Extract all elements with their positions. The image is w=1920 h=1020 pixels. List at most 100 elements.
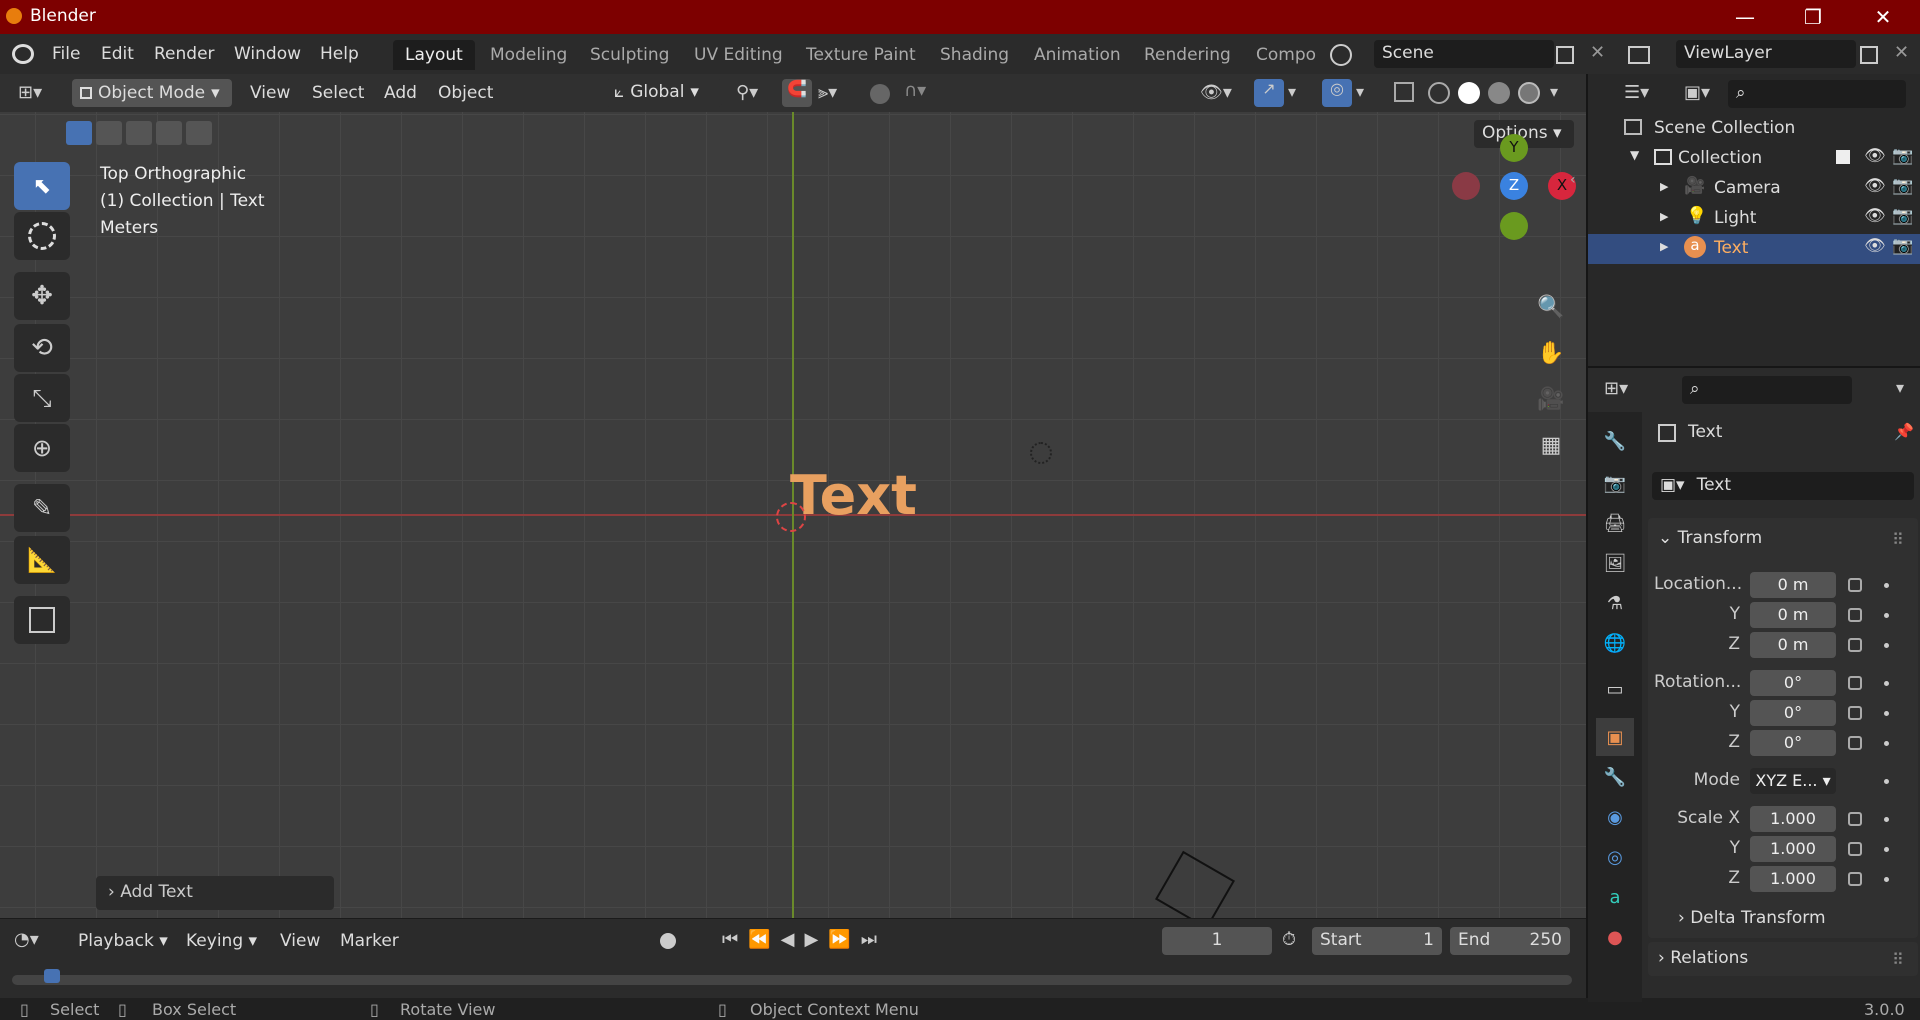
- particles-tab-icon[interactable]: ◉: [1596, 798, 1634, 836]
- add-cube-tool[interactable]: [14, 596, 70, 644]
- tab-layout[interactable]: Layout: [393, 40, 475, 70]
- modifier-tab-icon[interactable]: 🔧: [1596, 758, 1634, 796]
- transform-header[interactable]: ⌄ Transform: [1658, 528, 1762, 548]
- gizmo-z-axis[interactable]: Z: [1500, 172, 1528, 200]
- tab-sculpting[interactable]: Sculpting: [578, 40, 681, 70]
- remove-scene-icon[interactable]: ✕: [1590, 42, 1605, 63]
- select-subtract-icon[interactable]: [126, 121, 152, 145]
- expand-right-icon[interactable]: ▶: [1660, 210, 1668, 223]
- delta-transform-header[interactable]: › Delta Transform: [1678, 908, 1826, 928]
- drag-handle-icon[interactable]: ⠿: [1892, 530, 1904, 549]
- viewport-menu-select[interactable]: Select: [312, 83, 364, 103]
- tool-tab-icon[interactable]: 🔧: [1596, 422, 1634, 460]
- timeline-editor-icon[interactable]: ◔▾: [14, 929, 39, 950]
- viewport-menu-view[interactable]: View: [250, 83, 290, 103]
- snap-toggle-icon[interactable]: 🧲: [782, 79, 812, 107]
- tab-texture-paint[interactable]: Texture Paint: [794, 40, 928, 70]
- expand-right-icon[interactable]: ▶: [1660, 180, 1668, 193]
- tab-modeling[interactable]: Modeling: [478, 40, 579, 70]
- menu-window[interactable]: Window: [234, 44, 301, 64]
- rotate-tool[interactable]: ⟲: [14, 324, 70, 372]
- viewlayer-field[interactable]: ViewLayer: [1676, 40, 1856, 68]
- outliner-editor-icon[interactable]: ☰▾: [1624, 82, 1649, 103]
- pan-hand-icon[interactable]: ✋: [1532, 334, 1570, 372]
- orientation-dropdown[interactable]: ⟀ Global ▾: [606, 79, 722, 107]
- move-tool[interactable]: ✥: [14, 272, 70, 320]
- wireframe-shading-icon[interactable]: [1428, 82, 1450, 104]
- material-tab-icon[interactable]: ●: [1596, 918, 1634, 956]
- viewport-menu-object[interactable]: Object: [438, 83, 493, 103]
- data-tab-icon[interactable]: a: [1596, 878, 1634, 916]
- falloff-icon[interactable]: ∩▾: [904, 80, 926, 101]
- select-invert-icon[interactable]: [156, 121, 182, 145]
- lock-icon[interactable]: [1848, 812, 1862, 826]
- keyframe-dot-icon[interactable]: [1884, 681, 1889, 686]
- timeline-scrubber[interactable]: [12, 975, 1572, 985]
- lock-icon[interactable]: [1848, 638, 1862, 652]
- properties-options-icon[interactable]: ▾: [1896, 378, 1904, 397]
- grid-view-icon[interactable]: ▦: [1532, 426, 1570, 464]
- select-new-icon[interactable]: [66, 121, 92, 145]
- camera-object[interactable]: [1155, 850, 1235, 918]
- outliner-item-light[interactable]: ▶ 💡 Light 👁 📷: [1588, 204, 1920, 234]
- keyframe-dot-icon[interactable]: [1884, 613, 1889, 618]
- collection-tab-icon[interactable]: ▭: [1596, 670, 1634, 708]
- camera-view-icon[interactable]: 🎥: [1532, 380, 1570, 418]
- start-frame-field[interactable]: Start 1: [1312, 927, 1442, 955]
- exclude-checkbox[interactable]: [1836, 150, 1850, 164]
- rotation-z-field[interactable]: 0°: [1750, 730, 1836, 756]
- new-scene-icon[interactable]: [1556, 46, 1574, 64]
- render-camera-icon[interactable]: 📷: [1892, 206, 1913, 226]
- tab-compositing[interactable]: Compo: [1244, 40, 1328, 70]
- gizmo-toggle-icon[interactable]: ↗: [1254, 79, 1284, 107]
- close-button[interactable]: ✕: [1858, 0, 1908, 34]
- render-camera-icon[interactable]: 📷: [1892, 176, 1913, 196]
- render-camera-icon[interactable]: 📷: [1892, 236, 1913, 256]
- transform-tool[interactable]: ⊕: [14, 424, 70, 472]
- scale-z-field[interactable]: 1.000: [1750, 866, 1836, 892]
- xray-toggle-icon[interactable]: [1394, 82, 1414, 102]
- render-camera-icon[interactable]: 📷: [1892, 146, 1913, 166]
- drag-handle-icon[interactable]: ⠿: [1892, 950, 1904, 969]
- location-x-field[interactable]: 0 m: [1750, 572, 1836, 598]
- keyframe-dot-icon[interactable]: [1884, 583, 1889, 588]
- scale-y-field[interactable]: 1.000: [1750, 836, 1836, 862]
- view-layer-tab-icon[interactable]: 🖼: [1596, 544, 1634, 582]
- overlay-toggle-icon[interactable]: ◎: [1322, 79, 1352, 107]
- scale-tool[interactable]: ⤡: [14, 374, 70, 422]
- eye-icon[interactable]: 👁: [1864, 146, 1886, 166]
- keyframe-dot-icon[interactable]: [1884, 711, 1889, 716]
- lock-icon[interactable]: [1848, 578, 1862, 592]
- object-name-field[interactable]: ▣▾ Text: [1652, 472, 1914, 500]
- blender-menu-icon[interactable]: [12, 44, 34, 64]
- lock-icon[interactable]: [1848, 736, 1862, 750]
- object-tab-icon[interactable]: ▣: [1596, 718, 1634, 756]
- remove-viewlayer-icon[interactable]: ✕: [1894, 42, 1909, 63]
- viewlayer-icon[interactable]: [1628, 46, 1650, 64]
- shading-dropdown-icon[interactable]: ▾: [1550, 82, 1558, 101]
- 3d-viewport[interactable]: Options ▾ Top Orthographic (1) Collectio…: [0, 112, 1586, 918]
- tab-animation[interactable]: Animation: [1022, 40, 1133, 70]
- select-extend-icon[interactable]: [96, 121, 122, 145]
- outliner-search[interactable]: ⌕: [1728, 80, 1906, 108]
- playback-controls[interactable]: ⏮⏪◀▶⏩⏭: [722, 929, 887, 950]
- stopwatch-icon[interactable]: ⏱: [1282, 929, 1296, 950]
- outliner-item-camera[interactable]: ▶ 🎥 Camera 👁 📷: [1588, 174, 1920, 204]
- lock-icon[interactable]: [1848, 842, 1862, 856]
- keyframe-dot-icon[interactable]: [1884, 741, 1889, 746]
- rotation-mode-dropdown[interactable]: XYZ E... ▾: [1750, 768, 1836, 794]
- relations-header[interactable]: › Relations: [1658, 948, 1748, 968]
- keyframe-dot-icon[interactable]: [1884, 643, 1889, 648]
- lock-icon[interactable]: [1848, 872, 1862, 886]
- timeline-menu-view[interactable]: View: [280, 931, 320, 951]
- snap-target-icon[interactable]: ⫸▾: [818, 82, 837, 103]
- scene-field[interactable]: Scene: [1374, 40, 1554, 68]
- select-intersect-icon[interactable]: [186, 121, 212, 145]
- keyframe-dot-icon[interactable]: [1884, 817, 1889, 822]
- scene-selector-icon[interactable]: [1330, 44, 1352, 66]
- gizmo-neg-y-axis[interactable]: [1500, 212, 1528, 240]
- timeline-menu-marker[interactable]: Marker: [340, 931, 399, 951]
- material-shading-icon[interactable]: [1488, 82, 1510, 104]
- keyframe-dot-icon[interactable]: [1884, 779, 1889, 784]
- mode-dropdown[interactable]: Object Mode ▾: [72, 79, 232, 107]
